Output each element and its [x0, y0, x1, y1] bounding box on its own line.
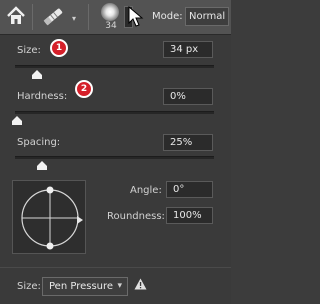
size-control-value: Pen Pressure [49, 281, 114, 292]
spacing-slider-track[interactable] [15, 156, 214, 159]
home-icon[interactable] [4, 4, 28, 28]
chevron-down-icon: ▾ [117, 281, 122, 291]
roundness-handle-top [46, 186, 54, 194]
brush-shape-preview[interactable] [12, 180, 86, 254]
brush-tool-icon[interactable] [40, 4, 68, 28]
roundness-handle-bottom [46, 242, 54, 250]
toolbar-divider [88, 4, 89, 30]
panel-divider [0, 267, 231, 268]
size-control-select[interactable]: Pen Pressure ▾ [42, 277, 128, 296]
hardness-slider-track[interactable] [15, 111, 214, 114]
hardness-field[interactable]: 0% [163, 88, 213, 105]
angle-field[interactable]: 0° [166, 181, 213, 198]
angle-arrow-icon[interactable] [77, 216, 83, 224]
roundness-label: Roundness: [107, 211, 165, 222]
brush-size-readout: 34 [105, 21, 117, 31]
size-label: Size: [17, 45, 41, 56]
size-field[interactable]: 34 px [163, 41, 213, 58]
mouse-cursor-icon [128, 5, 144, 31]
step-badge-1: 1 [50, 39, 68, 57]
brush-preview-icon[interactable] [101, 3, 119, 21]
options-bar: ▾ 34 Mode: Normal [0, 0, 231, 34]
spacing-label: Spacing: [17, 137, 61, 148]
hardness-label: Hardness: [17, 91, 68, 102]
chevron-down-icon[interactable]: ▾ [72, 14, 76, 23]
step-badge-2: 2 [75, 80, 93, 98]
spacing-field[interactable]: 25% [163, 134, 213, 151]
warning-icon[interactable] [134, 278, 147, 293]
angle-label: Angle: [130, 185, 162, 196]
brush-preset-panel: Size: 1 34 px Hardness: 2 0% Spacing: 25… [0, 34, 231, 304]
size-slider-track[interactable] [15, 65, 214, 68]
mode-select[interactable]: Normal [185, 7, 229, 26]
mode-label: Mode: [152, 11, 183, 22]
size-control-label: Size: [17, 281, 41, 292]
roundness-field[interactable]: 100% [166, 207, 213, 224]
toolbar-divider [32, 4, 33, 30]
